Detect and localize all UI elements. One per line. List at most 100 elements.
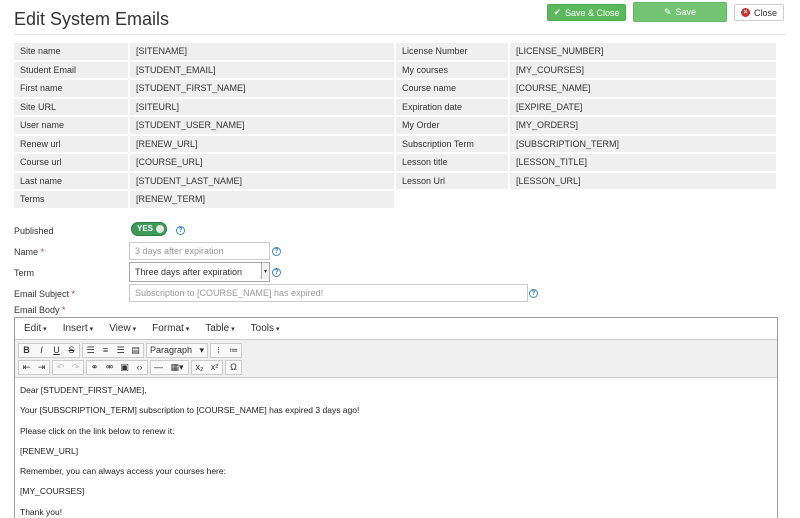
menu-table[interactable]: Table bbox=[200, 323, 239, 334]
tag-placeholder: [LESSON_URL] bbox=[510, 172, 778, 189]
tag-placeholder: [COURSE_NAME] bbox=[510, 80, 778, 97]
subscript-icon[interactable]: x₂ bbox=[192, 361, 207, 374]
chevron-down-icon: ▾ bbox=[199, 344, 204, 355]
tag-row: Student Email [STUDENT_EMAIL] My courses [M… bbox=[14, 61, 778, 78]
align-left-icon[interactable]: ☰ bbox=[83, 344, 98, 357]
close-label: Close bbox=[753, 7, 777, 18]
code-icon[interactable]: ‹› bbox=[132, 361, 147, 374]
tag-label: Lesson Url bbox=[396, 172, 510, 189]
check-icon: ✔ bbox=[553, 7, 561, 17]
save-close-button[interactable]: ✔ Save & Close bbox=[547, 4, 626, 21]
tag-label: Terms bbox=[14, 191, 130, 208]
tag-reference-table: Site name [SITENAME] License Number [LICENS… bbox=[14, 41, 778, 210]
unlink-icon[interactable]: ⚮ bbox=[102, 361, 117, 374]
tag-label: Subscription Term bbox=[396, 135, 510, 152]
tag-row: Site URL [SITEURL] Expiration date [EXPIRE_… bbox=[14, 98, 778, 115]
name-placeholder: 3 days after expiration bbox=[135, 246, 224, 256]
editor-toolbar: B I U S ☰ ≡ ☰ ▤ Paragraph ▾ ⁝ ≔ ⇤ ⇥ ↶ ↷ … bbox=[15, 340, 777, 378]
tag-row: Last name [STUDENT_LAST_NAME] Lesson Url [L… bbox=[14, 172, 778, 189]
align-justify-icon[interactable]: ▤ bbox=[128, 344, 143, 357]
tag-row: Site name [SITENAME] License Number [LICENS… bbox=[14, 43, 778, 60]
tag-placeholder: [EXPIRE_DATE] bbox=[510, 98, 778, 115]
tag-placeholder: [COURSE_URL] bbox=[130, 154, 396, 171]
save-close-label: Save & Close bbox=[565, 7, 620, 18]
tag-label: Renew url bbox=[14, 135, 130, 152]
tag-row: Renew url [RENEW_URL] Subscription Term [SU… bbox=[14, 135, 778, 152]
numbered-list-icon[interactable]: ≔ bbox=[226, 344, 241, 357]
tag-label: Student Email bbox=[14, 61, 130, 78]
term-label: Term bbox=[14, 268, 34, 278]
term-help-icon[interactable]: ? bbox=[272, 268, 281, 277]
tag-placeholder: [STUDENT_EMAIL] bbox=[130, 61, 396, 78]
bold-icon[interactable]: B bbox=[19, 344, 34, 357]
align-right-icon[interactable]: ☰ bbox=[113, 344, 128, 357]
page-title: Edit System Emails bbox=[14, 9, 170, 29]
format-select[interactable]: Paragraph ▾ bbox=[147, 344, 207, 357]
table-icon[interactable]: ▦▾ bbox=[166, 361, 188, 374]
editor-content[interactable]: Dear [STUDENT_FIRST_NAME], Your [SUBSCRIP… bbox=[15, 378, 777, 518]
menu-tools[interactable]: Tools bbox=[246, 323, 285, 334]
link-icon[interactable]: ⚭ bbox=[87, 361, 102, 374]
rich-text-editor[interactable]: Edit Insert View Format Table Tools B I U S ☰… bbox=[14, 317, 778, 518]
superscript-icon[interactable]: x² bbox=[207, 361, 222, 374]
name-help-icon[interactable]: ? bbox=[272, 247, 281, 256]
outdent-icon[interactable]: ⇤ bbox=[19, 361, 34, 374]
body-paragraph: Please click on the link below to renew … bbox=[20, 425, 175, 436]
indent-icon[interactable]: ⇥ bbox=[34, 361, 49, 374]
close-icon: × bbox=[740, 8, 750, 17]
tag-label: My Order bbox=[396, 117, 510, 134]
horizontal-rule-icon[interactable]: — bbox=[151, 361, 166, 374]
undo-icon[interactable]: ↶ bbox=[53, 361, 68, 374]
strikethrough-icon[interactable]: S bbox=[64, 344, 79, 357]
tag-row: First name [STUDENT_FIRST_NAME] Course nam… bbox=[14, 80, 778, 97]
chevron-down-icon: ▾ bbox=[261, 263, 269, 279]
body-paragraph: Your [SUBSCRIPTION_TERM] subscription to… bbox=[20, 405, 360, 416]
name-input[interactable]: 3 days after expiration bbox=[129, 242, 270, 260]
close-button[interactable]: × Close bbox=[734, 4, 784, 21]
tag-label: Expiration date bbox=[396, 98, 510, 115]
tag-placeholder: [MY_COURSES] bbox=[510, 61, 778, 78]
empty-cell bbox=[396, 191, 510, 208]
body-paragraph: [MY_COURSES] bbox=[20, 486, 85, 497]
body-paragraph: Thank you! bbox=[20, 506, 63, 517]
tag-placeholder: [LICENSE_NUMBER] bbox=[510, 43, 778, 60]
menu-format[interactable]: Format bbox=[147, 323, 194, 334]
tag-placeholder: [SITENAME] bbox=[130, 43, 396, 60]
edit-icon: ✎ bbox=[663, 6, 672, 17]
menu-edit[interactable]: Edit bbox=[19, 323, 52, 334]
underline-icon[interactable]: U bbox=[49, 344, 64, 357]
header-divider bbox=[14, 34, 786, 35]
body-label: Email Body * bbox=[14, 305, 66, 315]
published-toggle[interactable]: YES bbox=[131, 222, 167, 236]
body-label-text: Email Body bbox=[14, 305, 60, 315]
align-center-icon[interactable]: ≡ bbox=[98, 344, 113, 357]
required-mark: * bbox=[40, 247, 45, 257]
menu-view[interactable]: View bbox=[104, 323, 141, 334]
image-icon[interactable]: ▣ bbox=[117, 361, 132, 374]
redo-icon[interactable]: ↷ bbox=[68, 361, 83, 374]
save-button[interactable]: ✎ Save bbox=[633, 2, 727, 22]
tag-label: Course name bbox=[396, 80, 510, 97]
italic-icon[interactable]: I bbox=[34, 344, 49, 357]
tag-label: Site URL bbox=[14, 98, 130, 115]
subject-help-icon[interactable]: ? bbox=[529, 289, 538, 298]
name-label-text: Name bbox=[14, 247, 39, 257]
subject-input[interactable]: Subscription to [COURSE_NAME] has expire… bbox=[129, 284, 528, 302]
published-help-icon[interactable]: ? bbox=[176, 226, 185, 235]
tag-placeholder: [RENEW_TERM] bbox=[130, 191, 396, 208]
required-mark: * bbox=[62, 305, 66, 315]
body-paragraph: Dear [STUDENT_FIRST_NAME], bbox=[20, 385, 147, 395]
menu-insert[interactable]: Insert bbox=[58, 323, 98, 334]
published-label: Published bbox=[14, 226, 54, 236]
term-select[interactable]: Three days after expiration ▾ bbox=[129, 262, 270, 282]
tag-placeholder: [SITEURL] bbox=[130, 98, 396, 115]
save-label: Save bbox=[675, 7, 697, 17]
empty-cell bbox=[510, 191, 778, 208]
tag-row: User name [STUDENT_USER_NAME] My Order [MY_… bbox=[14, 117, 778, 134]
special-character-icon[interactable]: Ω bbox=[226, 361, 241, 374]
tag-label: First name bbox=[14, 80, 130, 97]
format-select-value: Paragraph bbox=[150, 345, 193, 355]
bullet-list-icon[interactable]: ⁝ bbox=[211, 344, 226, 357]
published-toggle-text: YES bbox=[137, 224, 154, 233]
tag-row: Course url [COURSE_URL] Lesson title [LESSO… bbox=[14, 154, 778, 171]
